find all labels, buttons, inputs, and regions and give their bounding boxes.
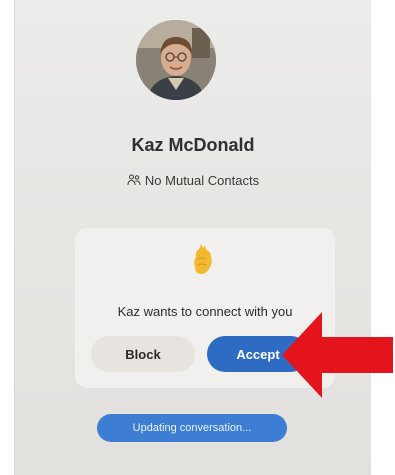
updating-conversation-status: Updating conversation...: [97, 414, 287, 442]
arrow-left-icon: [282, 312, 393, 398]
contact-name: Kaz McDonald: [131, 135, 255, 155]
screenshot-stage: Kaz McDonald No Mutual Contacts Kaz want…: [0, 0, 395, 475]
annotation-arrow: [282, 312, 393, 398]
mutual-contacts-text: No Mutual Contacts: [144, 173, 260, 188]
people-icon: [127, 174, 141, 186]
avatar: [136, 20, 216, 100]
block-button[interactable]: Block: [91, 336, 195, 372]
waving-hand-emoji: [194, 244, 212, 275]
profile-photo: [136, 20, 216, 100]
app-screen: Kaz McDonald No Mutual Contacts Kaz want…: [14, 0, 371, 475]
mutual-contacts-line: No Mutual Contacts: [15, 173, 371, 188]
